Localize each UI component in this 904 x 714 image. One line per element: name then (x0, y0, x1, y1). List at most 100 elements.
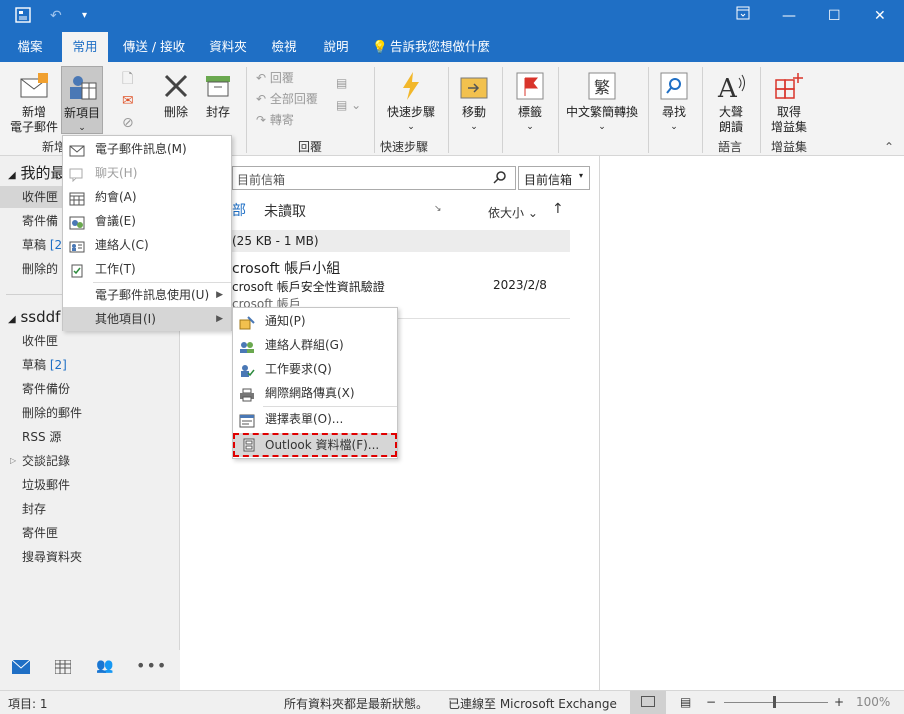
minimize-button[interactable]: — (782, 6, 796, 26)
account1-header[interactable]: ◢ 我的最 (8, 162, 66, 183)
menu-contact-group[interactable]: 連絡人群組(G) (233, 333, 397, 357)
chevron-down-icon: ⌄ (527, 206, 538, 220)
chevron-down-icon: ⌄ (598, 122, 606, 132)
maximize-button[interactable]: ☐ (828, 6, 841, 26)
search-input[interactable]: 目前信箱 (232, 166, 516, 190)
collapse-ribbon-icon[interactable]: ⌃ (884, 140, 894, 154)
meeting-reply-icon[interactable]: ▤ (336, 72, 361, 94)
folder-sent-1[interactable]: 寄件備 (22, 210, 58, 232)
more-items-submenu: 通知(P) 連絡人群組(G) 工作要求(Q) 網際網路傳真(X) 選擇表單(O)… (232, 307, 398, 459)
chevron-down-icon: ▾ (579, 171, 584, 180)
sort-direction-icon[interactable]: ↑ (552, 201, 564, 217)
account2-header[interactable]: ◢ ssddf (8, 308, 60, 326)
undo-icon[interactable]: ↶ (50, 6, 62, 26)
folder-outbox[interactable]: 寄件匣 (22, 522, 58, 544)
contact-icon (69, 238, 85, 253)
zoom-slider[interactable] (724, 702, 828, 703)
tab-unread[interactable]: 未讀取 (264, 201, 306, 221)
folder-junk[interactable]: 垃圾郵件 (22, 474, 70, 496)
folder-drafts[interactable]: 草稿 [2] (22, 354, 67, 376)
get-addins-button[interactable]: 取得 增益集 (766, 66, 812, 135)
dialog-launcher-icon[interactable]: ↘ (434, 204, 442, 214)
expand-triangle-icon[interactable]: ▷ (10, 450, 16, 472)
menu-email-using[interactable]: 電子郵件訊息使用(U) ▶ (63, 283, 231, 307)
tell-me-box[interactable]: 💡 告訴我您想做什麼 (372, 32, 508, 62)
folder-archive[interactable]: 封存 (22, 498, 46, 520)
menu-post[interactable]: 通知(P) (233, 309, 397, 333)
people-nav-icon[interactable]: 👥 (96, 658, 113, 674)
folder-rss[interactable]: RSS 源 (22, 426, 61, 448)
menu-outlook-data-file[interactable]: Outlook 資料檔(F)... (233, 433, 397, 457)
chinese-convert-button[interactable]: 繁 中文繁簡轉換 ⌄ (562, 66, 642, 135)
task-icon (69, 262, 85, 278)
group-speech-label: 語言 (718, 140, 743, 154)
status-bar: 項目: 1 所有資料夾都是最新狀態。 已連線至 Microsoft Exchan… (0, 690, 904, 714)
close-button[interactable]: ✕ (874, 6, 886, 26)
tab-home[interactable]: 常用 (62, 32, 108, 62)
junk-icon[interactable]: ⊘ (122, 112, 134, 134)
menu-choose-form[interactable]: 選擇表單(O)... (233, 407, 397, 431)
menu-chat[interactable]: 聊天(H) (63, 161, 231, 185)
folder-conversation-history[interactable]: ▷ 交談記錄 (10, 450, 70, 472)
menu-internet-fax[interactable]: 網際網路傳真(X) (233, 381, 397, 405)
more-nav-icon[interactable]: ••• (136, 656, 167, 675)
search-scope-dropdown[interactable]: 目前信箱 ▾ (518, 166, 590, 190)
respond-group: ↶ 回覆 ↶ 全部回覆 ↷ 轉寄 (256, 68, 318, 131)
menu-meeting[interactable]: 會議(E) (63, 209, 231, 233)
new-email-button[interactable]: 新增 電子郵件 (6, 66, 62, 135)
group-header[interactable]: (25 KB - 1 MB) (232, 230, 570, 252)
quick-steps-button[interactable]: 快速步驟 ⌄ (382, 66, 440, 135)
menu-email-message[interactable]: 電子郵件訊息(M) (63, 137, 231, 161)
read-aloud-button[interactable]: A 大聲 朗讀 (710, 66, 752, 135)
normal-view-button[interactable] (630, 691, 666, 714)
tab-send-receive[interactable]: 傳送 / 接收 (118, 32, 190, 62)
cleanup-icon[interactable]: ✉ (122, 90, 134, 112)
zoom-level[interactable]: 100% (856, 695, 890, 709)
reading-view-icon[interactable]: ▤ (680, 695, 691, 709)
forward-button[interactable]: ↷ 轉寄 (256, 110, 318, 131)
tab-folder[interactable]: 資料夾 (202, 32, 254, 62)
tab-view[interactable]: 檢視 (264, 32, 304, 62)
menu-more-items[interactable]: 其他項目(I) ▶ (63, 307, 231, 331)
more-respond-icon[interactable]: ▤ ⌄ (336, 94, 361, 116)
move-button[interactable]: 移動 ⌄ (454, 66, 494, 135)
folder-inbox[interactable]: 收件匣 (22, 330, 58, 352)
folder-deleted-1[interactable]: 刪除的 (22, 258, 58, 280)
qat-dropdown-icon[interactable]: ▾ (82, 6, 87, 26)
archive-button[interactable]: 封存 (198, 66, 238, 120)
folder-search[interactable]: 搜尋資料夾 (22, 546, 82, 568)
navigation-bar: 👥 ••• (0, 650, 180, 690)
tab-help[interactable]: 說明 (316, 32, 356, 62)
menu-appointment[interactable]: 約會(A) (63, 185, 231, 209)
menu-contact[interactable]: 連絡人(C) (63, 233, 231, 257)
calendar-nav-icon[interactable] (54, 659, 72, 677)
form-icon (239, 412, 255, 428)
folder-sent[interactable]: 寄件備份 (22, 378, 70, 400)
folder-deleted[interactable]: 刪除的郵件 (22, 402, 82, 424)
zoom-in-button[interactable]: + (834, 695, 844, 709)
new-items-button[interactable]: 新項目 ⌄ (61, 66, 103, 134)
new-email-label-2: 電子郵件 (9, 120, 58, 134)
menu-task[interactable]: 工作(T) (63, 257, 231, 281)
folder-drafts-1[interactable]: 草稿 [2 (22, 234, 62, 256)
tags-button[interactable]: 標籤 ⌄ (510, 66, 550, 135)
chevron-down-icon: ⌄ (470, 122, 478, 132)
delete-button[interactable]: 刪除 (156, 66, 196, 120)
reply-all-button[interactable]: ↶ 全部回覆 (256, 89, 318, 110)
convert-label: 中文繁簡轉換 (565, 105, 638, 119)
folder-inbox-1[interactable]: 收件匣 (0, 186, 62, 208)
sort-dropdown[interactable]: 依大小 ⌄ (488, 204, 538, 221)
zoom-slider-thumb[interactable] (773, 696, 776, 708)
search-icon[interactable] (493, 170, 507, 187)
reply-button[interactable]: ↶ 回覆 (256, 68, 318, 89)
find-button[interactable]: 尋找 ⌄ (654, 66, 694, 135)
mail-nav-icon[interactable] (11, 659, 31, 677)
tab-file[interactable]: 檔案 (10, 32, 50, 62)
zoom-out-button[interactable]: − (706, 695, 716, 709)
ribbon-display-icon[interactable] (736, 6, 750, 26)
outlook-app-icon[interactable] (14, 6, 32, 30)
ignore-icon[interactable]: 🗋 (122, 68, 134, 90)
tab-all[interactable]: 部 (232, 200, 246, 220)
collapse-triangle-icon: ◢ (8, 314, 16, 325)
menu-task-request[interactable]: 工作要求(Q) (233, 357, 397, 381)
